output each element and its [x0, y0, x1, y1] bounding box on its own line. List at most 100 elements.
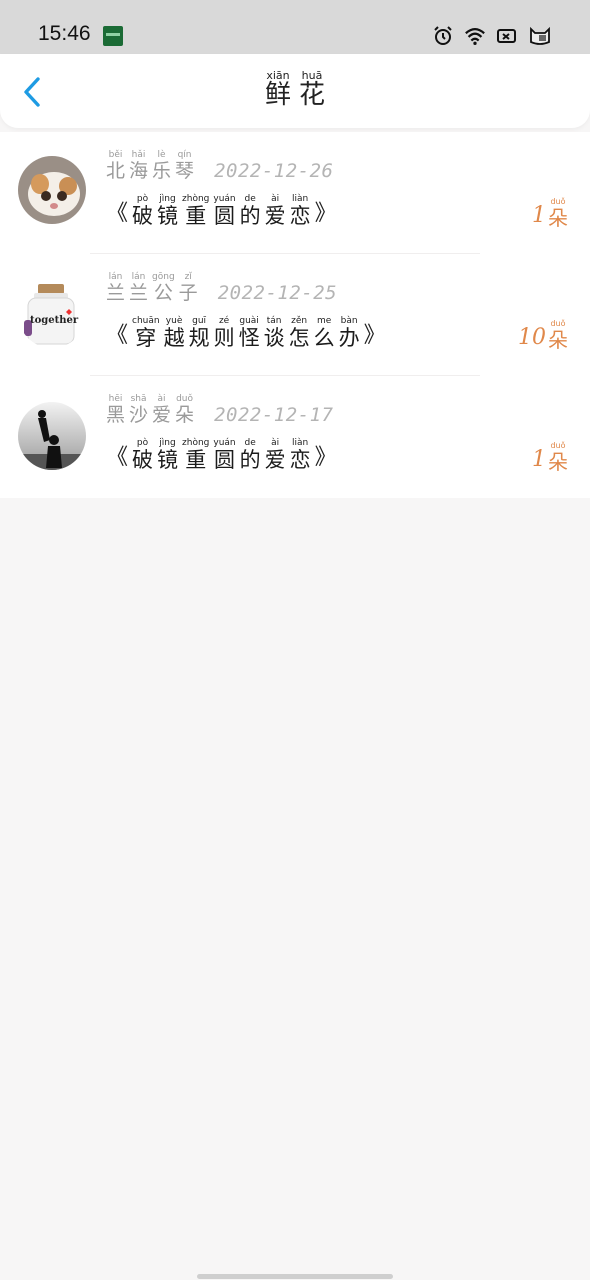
count-value: 1: [532, 447, 546, 472]
list-item[interactable]: hēi 黑 shā 沙 ài 爱 duǒ 朵 2022-12-17 《 pò 破 jìng…: [0, 376, 590, 498]
name-char: gōng 公: [152, 272, 175, 304]
book-char: zhòng 重: [182, 194, 209, 228]
book-char: zé 则: [214, 316, 235, 350]
book-char: pò 破: [132, 194, 153, 228]
hanzi: 朵: [548, 450, 568, 474]
name-char: hēi 黑: [106, 394, 125, 426]
home-indicator[interactable]: [197, 1274, 393, 1279]
hanzi: 圆: [214, 204, 235, 228]
cat-icon: [530, 26, 550, 45]
hanzi: 么: [313, 326, 335, 350]
name-char: shā 沙: [129, 394, 148, 426]
hanzi: 谈: [263, 326, 285, 350]
hanzi: 子: [178, 282, 198, 304]
book-char: yuán 圆: [213, 194, 235, 228]
open-bracket: 《: [106, 445, 129, 471]
flower-record-list: běi 北 hǎi 海 lè 乐 qín 琴 2022-12-26 《 pò 破 jìng…: [0, 132, 590, 498]
hanzi: 重: [185, 204, 207, 228]
hanzi: 公: [153, 282, 173, 304]
count-unit: duǒ 朵: [548, 440, 568, 473]
battery-icon: [497, 29, 516, 43]
open-bracket: 《: [106, 201, 129, 227]
app-icon: [103, 26, 123, 46]
count-unit: duǒ 朵: [548, 318, 568, 351]
hanzi: 破: [132, 204, 154, 228]
hanzi: 沙: [129, 404, 149, 426]
hanzi: 恋: [289, 448, 311, 472]
hanzi: 的: [239, 448, 261, 472]
book-title-line[interactable]: 《 chuān 穿 yuè 越 guī 规 zé 则 guài 怪 tán 谈 zěn 怎 m…: [106, 316, 386, 350]
hanzi: 越: [163, 326, 185, 350]
title-char: xiān 鲜: [265, 70, 291, 110]
cat-avatar: [18, 156, 86, 224]
book-char: liàn 恋: [290, 194, 311, 228]
hanzi: 规: [188, 326, 210, 350]
book-char: bàn 办: [339, 316, 360, 350]
book-char: zěn 怎: [289, 316, 310, 350]
book-char: jìng 镜: [157, 194, 178, 228]
count-unit: duǒ 朵: [548, 196, 568, 229]
book-char: ài 爱: [265, 194, 286, 228]
bottle-label: together: [30, 315, 79, 326]
hanzi: 爱: [264, 204, 286, 228]
book-char: ài 爱: [265, 438, 286, 472]
status-time: 15:46: [38, 22, 91, 45]
open-bracket: 《: [106, 323, 129, 349]
date: 2022-12-25: [217, 281, 338, 304]
name-char: běi 北: [106, 150, 125, 182]
book-char: yuán 圆: [213, 438, 235, 472]
name-char: ài 爱: [152, 394, 171, 426]
hanzi: 穿: [135, 326, 157, 350]
sender-line: lán 兰 lán 兰 gōng 公 zǐ 子 2022-12-25: [106, 272, 337, 304]
status-bar: 15:46: [0, 0, 590, 56]
avatar[interactable]: [18, 402, 86, 470]
hanzi: 办: [338, 326, 360, 350]
hanzi: 则: [213, 326, 235, 350]
hanzi: 鲜: [264, 80, 291, 110]
alarm-icon: [434, 26, 452, 45]
hanzi: 圆: [214, 448, 235, 472]
book-char: guài 怪: [239, 316, 260, 350]
wifi-icon: [465, 28, 485, 45]
book-char: jìng 镜: [157, 438, 178, 472]
flower-count: 1 duǒ 朵: [532, 196, 568, 229]
name-char: hǎi 海: [129, 150, 148, 182]
hanzi: 黑: [106, 404, 126, 426]
hanzi: 破: [132, 448, 154, 472]
close-bracket: 》: [314, 445, 337, 471]
book-char: guī 规: [189, 316, 210, 350]
name-char: zǐ 子: [179, 272, 198, 304]
name-char: duǒ 朵: [175, 394, 194, 426]
book-char: chuān 穿: [132, 316, 160, 350]
book-title-line[interactable]: 《 pò 破 jìng 镜 zhòng 重 yuán 圆 de 的 ài 爱 liàn 恋 》: [106, 194, 337, 228]
book-char: de 的: [240, 194, 261, 228]
name-char: lán 兰: [129, 272, 148, 304]
book-char: liàn 恋: [290, 438, 311, 472]
avatar[interactable]: [18, 156, 86, 224]
count-value: 10: [518, 325, 546, 350]
hanzi: 镜: [157, 448, 179, 472]
sender-line: hēi 黑 shā 沙 ài 爱 duǒ 朵 2022-12-17: [106, 394, 333, 426]
book-char: zhòng 重: [182, 438, 209, 472]
hanzi: 海: [129, 160, 149, 182]
hanzi: 朵: [548, 206, 568, 230]
date: 2022-12-26: [214, 159, 334, 182]
close-bracket: 》: [314, 201, 337, 227]
list-item[interactable]: běi 北 hǎi 海 lè 乐 qín 琴 2022-12-26 《 pò 破 jìng…: [0, 132, 590, 254]
flower-count: 1 duǒ 朵: [532, 440, 568, 473]
flower-count: 10 duǒ 朵: [518, 318, 568, 351]
name-char: lè 乐: [152, 150, 171, 182]
avatar[interactable]: together: [18, 280, 86, 348]
list-item[interactable]: together lán 兰 lán 兰 gōng 公 zǐ 子 2022-12-25 …: [0, 254, 590, 376]
hanzi: 北: [106, 160, 126, 182]
hanzi: 的: [239, 204, 261, 228]
status-icons: [432, 24, 552, 48]
header: xiān 鲜 huā 花: [0, 54, 590, 128]
hanzi: 花: [299, 80, 326, 110]
book-title-line[interactable]: 《 pò 破 jìng 镜 zhòng 重 yuán 圆 de 的 ài 爱 liàn 恋 》: [106, 438, 337, 472]
book-char: de 的: [240, 438, 261, 472]
date: 2022-12-17: [214, 403, 334, 426]
hanzi: 琴: [175, 160, 195, 182]
count-value: 1: [532, 203, 546, 228]
silhouette-avatar: [18, 402, 86, 470]
